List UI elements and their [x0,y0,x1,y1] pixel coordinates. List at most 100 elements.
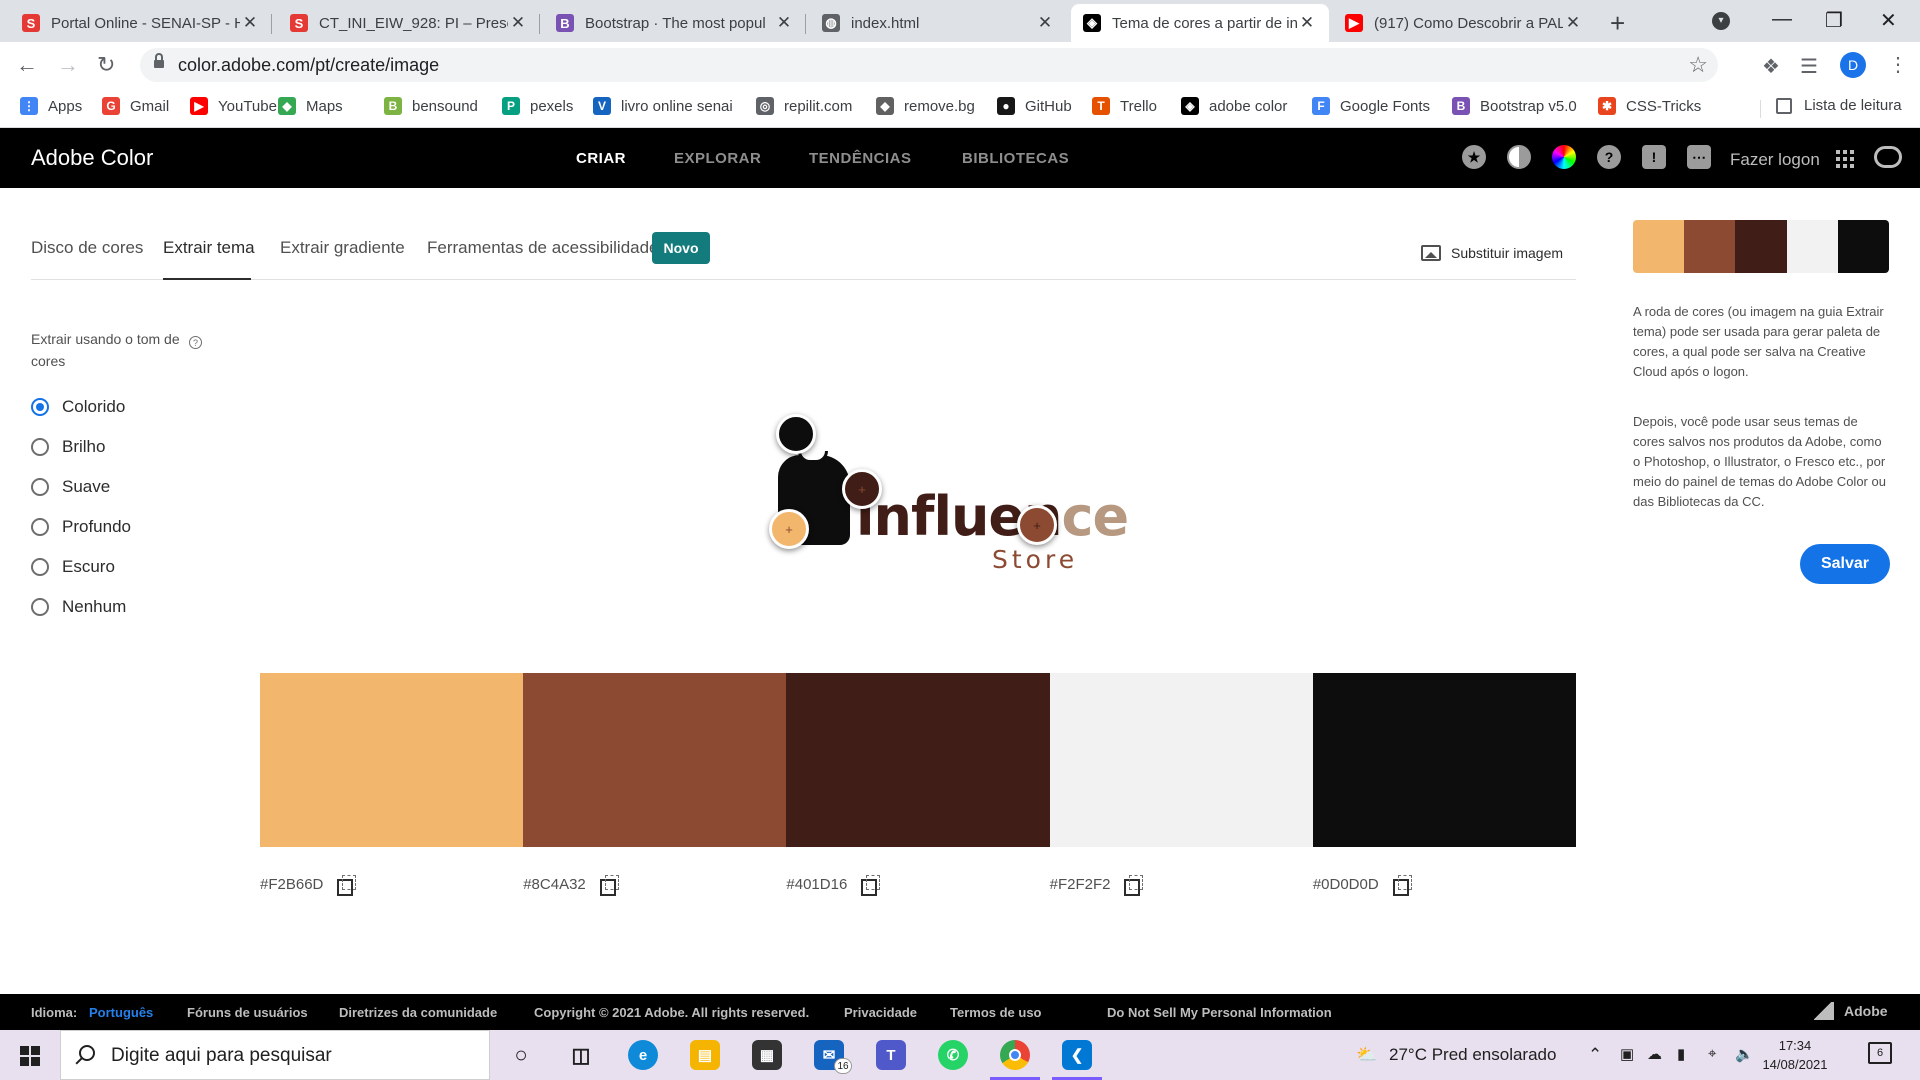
bookmark-star-icon[interactable]: ☆ [1688,52,1708,78]
replace-image-button[interactable]: Substituir imagem [1421,245,1563,261]
color-swatch[interactable] [786,673,1050,847]
help-icon[interactable]: ? [1597,145,1621,169]
bookmark-adobe-color[interactable]: ◈ adobe color [1181,97,1287,115]
browser-tab[interactable]: ◍ index.html ✕ [810,4,1067,42]
bookmark-maps[interactable]: ◆ Maps [278,97,343,115]
mood-option-nenhum[interactable]: Nenhum [31,597,126,617]
bookmark-pexels[interactable]: Ppexels [502,97,573,115]
mood-option-profundo[interactable]: Profundo [31,517,131,537]
weather-icon[interactable]: ⛅ [1356,1045,1377,1065]
url-text[interactable]: color.adobe.com/pt/create/image [178,55,439,76]
address-bar[interactable]: color.adobe.com/pt/create/image ☆ [140,48,1718,82]
taskbar-search[interactable]: Digite aqui para pesquisar [60,1030,490,1080]
tab-extrair-tema[interactable]: Extrair tema [163,238,255,258]
report-icon[interactable]: ! [1642,145,1666,169]
bookmark-youtube[interactable]: ▶ YouTube [190,97,277,115]
bookmark-google-fonts[interactable]: F Google Fonts [1312,97,1430,115]
hex-code[interactable]: #F2F2F2 [1050,876,1111,893]
browser-menu-icon[interactable]: ⋮ [1888,52,1908,77]
color-picker-handle[interactable]: + [842,469,882,509]
edge-icon[interactable]: e [628,1040,658,1070]
whatsapp-icon[interactable]: ✆ [938,1040,968,1070]
close-tab-icon[interactable]: ✕ [1035,13,1055,33]
color-picker-handle[interactable]: + [769,509,809,549]
back-arrow-icon[interactable]: ← [16,52,38,78]
vscode-icon[interactable]: ❮ [1062,1040,1092,1070]
feedback-chat-icon[interactable]: ⋯ [1687,145,1711,169]
bookmark-gmail[interactable]: G Gmail [102,97,169,115]
hex-code[interactable]: #0D0D0D [1313,876,1379,893]
color-swatch[interactable] [1049,673,1313,847]
radio-button[interactable] [31,398,49,416]
info-icon[interactable]: ? [189,336,202,349]
bookmark-bootstrap-v5-0[interactable]: B Bootstrap v5.0 [1452,97,1577,115]
radio-button[interactable] [31,478,49,496]
radio-button[interactable] [31,438,49,456]
maximize-icon[interactable]: ❐ [1825,8,1843,33]
star-badge-icon[interactable]: ★ [1462,145,1486,169]
browser-tab[interactable]: B Bootstrap · The most popul ✕ [544,4,806,42]
mood-option-brilho[interactable]: Brilho [31,437,105,457]
footer-link-forums[interactable]: Fóruns de usuários [187,1005,308,1020]
copy-icon[interactable] [599,875,619,896]
close-tab-icon[interactable]: ✕ [508,13,528,33]
copy-icon[interactable] [1124,875,1144,896]
nav-bibliotecas[interactable]: BIBLIOTECAS [962,150,1069,167]
tray-chevron-icon[interactable]: ⌃ [1588,1045,1602,1065]
teams-icon[interactable]: T [876,1040,906,1070]
copy-icon[interactable] [1392,875,1412,896]
battery-icon[interactable]: ▮ [1677,1045,1685,1063]
reload-icon[interactable]: ↻ [97,52,115,78]
browser-tab[interactable]: ◈ Tema de cores a partir de in ✕ [1071,4,1329,42]
mood-option-suave[interactable]: Suave [31,477,110,497]
mood-option-escuro[interactable]: Escuro [31,557,115,577]
copy-icon[interactable] [337,875,357,896]
wifi-icon[interactable]: ⌖ [1708,1045,1716,1062]
color-swatch[interactable] [523,673,787,847]
meet-now-icon[interactable]: ▣ [1620,1045,1634,1063]
taskbar-clock[interactable]: 17:34 14/08/2021 [1760,1036,1830,1074]
browser-tab[interactable]: S Portal Online - SENAI-SP - H ✕ [10,4,272,42]
store-icon[interactable]: ▦ [752,1040,782,1070]
tab-ferramentas-acessibilidade[interactable]: Ferramentas de acessibilidade [427,238,659,258]
radio-button[interactable] [31,598,49,616]
footer-link-do-not-sell[interactable]: Do Not Sell My Personal Information [1107,1005,1332,1020]
radio-button[interactable] [31,558,49,576]
nav-criar[interactable]: CRIAR [576,150,626,167]
close-window-icon[interactable]: ✕ [1880,8,1897,33]
bookmark-apps[interactable]: ⋮ Apps [20,97,82,115]
close-tab-icon[interactable]: ✕ [240,13,260,33]
close-tab-icon[interactable]: ✕ [1297,13,1317,33]
color-swatch[interactable] [260,673,524,847]
footer-link-privacy[interactable]: Privacidade [844,1005,917,1020]
language-selector[interactable]: Português [89,1005,153,1020]
hex-code[interactable]: #F2B66D [260,876,323,893]
task-view-icon[interactable]: ◫ [566,1040,596,1070]
nav-explorar[interactable]: EXPLORAR [674,150,761,167]
cortana-icon[interactable]: ○ [506,1040,536,1070]
weather-text[interactable]: 27°C Pred ensolarado [1389,1045,1556,1065]
hex-code[interactable]: #401D16 [786,876,847,893]
color-swatch[interactable] [1312,673,1577,847]
contrast-theme-icon[interactable] [1507,145,1531,169]
bookmark-repilit-com[interactable]: ◎ repilit.com [756,97,852,115]
save-button[interactable]: Salvar [1800,544,1890,584]
browser-tab[interactable]: S CT_INI_EIW_928: PI – Presen ✕ [278,4,540,42]
color-picker-handle[interactable] [776,414,816,454]
onedrive-icon[interactable]: ☁ [1647,1045,1662,1063]
bookmark-remove-bg[interactable]: ◆ remove.bg [876,97,975,115]
color-wheel-icon[interactable] [1552,145,1576,169]
radio-button[interactable] [31,518,49,536]
minimize-icon[interactable]: — [1772,8,1792,31]
file-explorer-icon[interactable]: ▤ [690,1040,720,1070]
login-link[interactable]: Fazer logon [1730,150,1820,170]
browser-tab[interactable]: ▶ (917) Como Descobrir a PAL ✕ [1333,4,1595,42]
forward-arrow-icon[interactable]: → [57,52,79,78]
app-brand[interactable]: Adobe Color [31,145,153,171]
profile-avatar[interactable]: D [1840,52,1866,78]
tab-search-icon[interactable]: ▾ [1712,12,1730,30]
bookmark-trello[interactable]: T Trello [1092,97,1157,115]
color-picker-handle[interactable]: + [1017,505,1057,545]
nav-tendencias[interactable]: TENDÊNCIAS [809,150,912,167]
extensions-puzzle-icon[interactable]: ❖ [1762,54,1780,79]
